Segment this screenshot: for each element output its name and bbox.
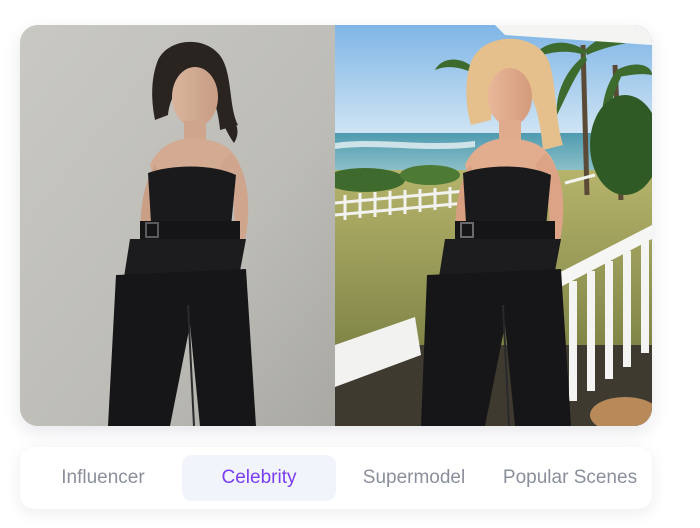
after-photo — [335, 25, 652, 426]
style-category-tabs: Influencer Celebrity Supermodel Popular … — [20, 447, 652, 509]
tab-celebrity[interactable]: Celebrity — [182, 455, 336, 501]
page: Influencer Celebrity Supermodel Popular … — [0, 0, 700, 528]
tab-popular-scenes[interactable]: Popular Scenes — [490, 455, 650, 501]
before-after-comparison — [20, 25, 652, 426]
beach-portrait-image — [335, 25, 652, 426]
studio-portrait-image — [20, 25, 335, 426]
before-photo — [20, 25, 335, 426]
tab-influencer[interactable]: Influencer — [37, 455, 169, 501]
tab-supermodel[interactable]: Supermodel — [342, 455, 486, 501]
